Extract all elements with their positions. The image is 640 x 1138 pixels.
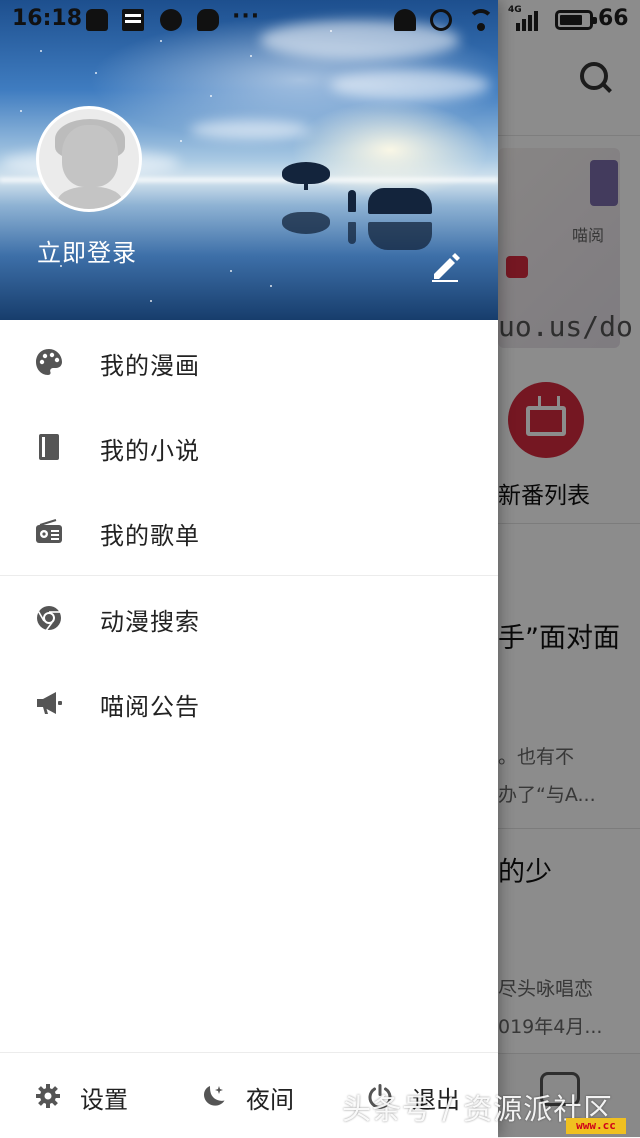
- piano-reflection: [368, 222, 432, 250]
- menu-item-anime-search[interactable]: 动漫搜索: [0, 576, 498, 661]
- cloud: [190, 120, 310, 140]
- star: [180, 140, 182, 142]
- status-bar: 16:18 ··· 4G 66: [0, 0, 640, 40]
- user-avatar[interactable]: [36, 106, 142, 212]
- news-notification-icon: [122, 9, 144, 31]
- alarm-icon: [430, 9, 452, 31]
- menu-item-label: 喵阅公告: [100, 693, 200, 721]
- star: [250, 55, 252, 57]
- edit-pencil-icon[interactable]: [430, 252, 462, 282]
- battery-icon: [555, 10, 597, 30]
- message-notification-icon: [197, 9, 219, 31]
- chat-notification-icon: [160, 9, 182, 31]
- menu-item-my-comics[interactable]: 我的漫画: [0, 320, 498, 405]
- menu-item-announcements[interactable]: 喵阅公告: [0, 661, 498, 746]
- menu-item-label: 我的小说: [100, 437, 200, 465]
- tree-trunk: [304, 180, 308, 190]
- girl-silhouette: [348, 190, 356, 212]
- settings-button[interactable]: 设置: [30, 1053, 170, 1138]
- star: [150, 300, 152, 302]
- chrome-icon: [37, 606, 61, 631]
- menu-item-label: 我的歌单: [100, 522, 200, 550]
- star: [20, 110, 22, 112]
- star: [210, 95, 212, 97]
- girl-reflection: [348, 222, 356, 244]
- avatar-body: [57, 187, 123, 209]
- mute-bell-icon: [394, 9, 416, 31]
- star: [230, 270, 232, 272]
- qq-notification-icon: [86, 9, 108, 31]
- moon-icon: [204, 1086, 225, 1106]
- gear-icon: [36, 1084, 60, 1108]
- menu-item-my-playlists[interactable]: 我的歌单: [0, 490, 498, 575]
- watermark-badge: www.cc: [566, 1118, 626, 1134]
- drawer-header: 立即登录: [0, 0, 498, 320]
- status-time: 16:18: [12, 6, 83, 31]
- palette-icon: [36, 349, 62, 375]
- star: [40, 50, 42, 52]
- night-mode-label: 夜间: [246, 1086, 294, 1114]
- book-icon: [39, 434, 59, 460]
- battery-level: 66: [598, 6, 629, 31]
- star: [95, 72, 97, 74]
- menu-item-label: 我的漫画: [100, 352, 200, 380]
- radio-icon: [36, 519, 62, 543]
- wifi-icon: [468, 9, 494, 31]
- drawer-menu: 我的漫画 我的小说 我的歌单 动漫搜索 喵阅公告: [0, 320, 498, 746]
- settings-label: 设置: [80, 1086, 128, 1114]
- avatar-head: [62, 125, 118, 187]
- night-mode-button[interactable]: 夜间: [196, 1053, 336, 1138]
- signal-icon: [508, 9, 538, 31]
- cloud: [330, 70, 490, 100]
- piano-silhouette: [368, 188, 432, 214]
- star: [270, 285, 272, 287]
- menu-item-label: 动漫搜索: [100, 608, 200, 636]
- more-notifications-icon: ···: [232, 4, 261, 29]
- login-link[interactable]: 立即登录: [37, 233, 137, 268]
- tree-reflection: [282, 212, 330, 234]
- megaphone-icon: [37, 692, 62, 714]
- navigation-drawer: 立即登录 我的漫画 我的小说 我的歌单 动漫搜索 喵阅公告 设置 夜间 退出: [0, 0, 498, 1138]
- star: [160, 40, 162, 42]
- menu-item-my-novels[interactable]: 我的小说: [0, 405, 498, 490]
